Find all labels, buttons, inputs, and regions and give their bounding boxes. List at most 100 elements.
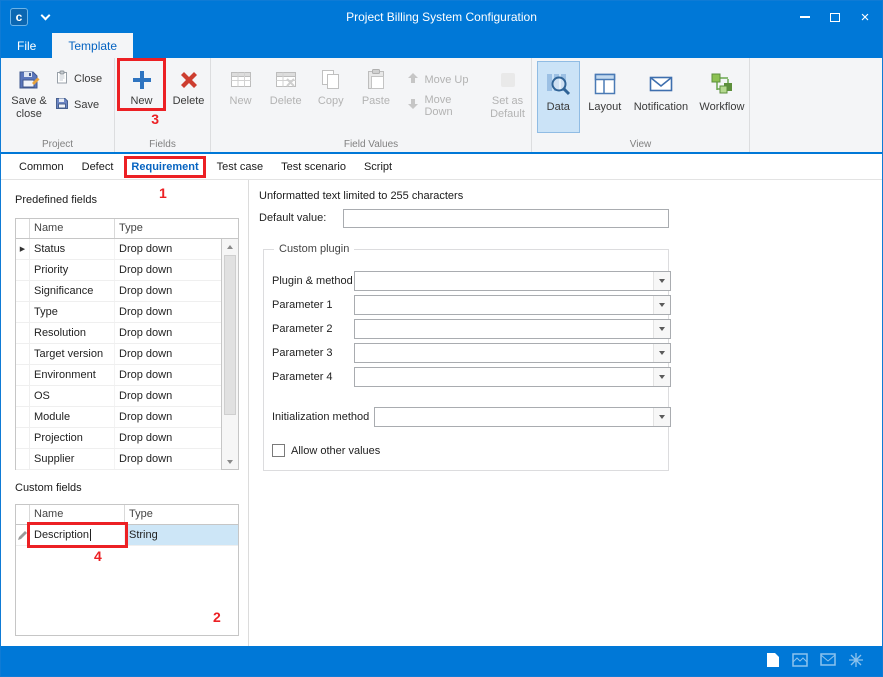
table-row[interactable]: Description 4 String: [16, 525, 238, 546]
save-button[interactable]: Save: [55, 96, 102, 113]
view-layout-button[interactable]: Layout: [583, 61, 627, 133]
parameter2-combo[interactable]: [354, 319, 671, 339]
tab-test-case-label: Test case: [217, 161, 263, 173]
table-row[interactable]: Module Drop down: [16, 407, 221, 428]
copy-label: Copy: [318, 95, 344, 108]
table-row[interactable]: Target version Drop down: [16, 344, 221, 365]
custom-field-type-cell[interactable]: String: [125, 525, 238, 545]
annotation-step-3: 3: [151, 111, 159, 127]
ribbon-group-fields: New 3 Delete Fields: [115, 58, 211, 152]
scroll-down-button[interactable]: [222, 454, 238, 469]
tab-defect[interactable]: Defect: [78, 159, 118, 175]
tab-test-scenario[interactable]: Test scenario: [277, 159, 350, 175]
table-row[interactable]: Significance Drop down: [16, 281, 221, 302]
snowflake-icon[interactable]: [848, 652, 864, 671]
arrow-up-icon: [407, 72, 419, 87]
initialization-method-combo[interactable]: [374, 407, 671, 427]
mail-icon[interactable]: [820, 653, 836, 669]
row-header-cell: [16, 386, 30, 406]
file-icon[interactable]: [766, 652, 780, 671]
plugin-method-value: [355, 272, 653, 290]
delete-value-label: Delete: [270, 95, 302, 108]
image-icon[interactable]: [792, 653, 808, 670]
plugin-method-label: Plugin & method: [272, 275, 353, 287]
cell-type: Drop down: [115, 344, 221, 364]
column-header-name[interactable]: Name: [30, 505, 125, 524]
chevron-down-icon[interactable]: [653, 344, 670, 362]
save-close-label-line1: Save &: [11, 95, 46, 108]
table-row[interactable]: Projection Drop down: [16, 428, 221, 449]
tab-requirement[interactable]: Requirement 1: [127, 159, 202, 175]
tab-common[interactable]: Common: [15, 159, 68, 175]
move-up-button[interactable]: Move Up: [407, 71, 478, 88]
app-icon[interactable]: c: [10, 8, 28, 26]
chevron-down-icon[interactable]: [653, 272, 670, 290]
initialization-method-label: Initialization method: [272, 411, 369, 423]
table-row[interactable]: Priority Drop down: [16, 260, 221, 281]
table-delete-icon: [274, 65, 298, 95]
cell-name: Module: [30, 407, 115, 427]
chevron-down-icon[interactable]: [653, 296, 670, 314]
annotation-step-2: 2: [213, 609, 221, 625]
table-row[interactable]: OS Drop down: [16, 386, 221, 407]
paste-button[interactable]: Paste: [354, 61, 397, 121]
column-header-type[interactable]: Type: [115, 219, 238, 238]
parameter4-combo[interactable]: [354, 367, 671, 387]
tab-template[interactable]: Template: [52, 33, 133, 58]
vertical-scrollbar[interactable]: [221, 239, 238, 469]
plugin-method-combo[interactable]: [354, 271, 671, 291]
save-and-close-button[interactable]: Save & close: [6, 61, 52, 121]
chevron-down-icon[interactable]: [41, 10, 51, 20]
new-field-button[interactable]: New 3: [120, 61, 163, 108]
close-window-button[interactable]: ×: [850, 1, 880, 33]
table-row[interactable]: Type Drop down: [16, 302, 221, 323]
cell-name: OS: [30, 386, 115, 406]
chevron-down-icon[interactable]: [653, 320, 670, 338]
parameter1-combo[interactable]: [354, 295, 671, 315]
table-row[interactable]: Supplier Drop down: [16, 449, 221, 470]
parameter3-label: Parameter 3: [272, 347, 333, 359]
minimize-button[interactable]: [790, 1, 820, 33]
allow-other-values-label: Allow other values: [291, 445, 380, 457]
tab-test-case[interactable]: Test case: [213, 159, 267, 175]
edit-pencil-icon: [16, 525, 30, 545]
parameter2-label: Parameter 2: [272, 323, 333, 335]
scroll-down-icon: [227, 460, 233, 464]
parameter3-combo[interactable]: [354, 343, 671, 363]
delete-field-button[interactable]: Delete: [167, 61, 210, 108]
scrollbar-thumb[interactable]: [224, 255, 236, 415]
group-label-field-values: Field Values: [211, 139, 531, 150]
view-workflow-button[interactable]: Workflow: [695, 61, 749, 133]
cell-type: Drop down: [115, 407, 221, 427]
view-data-button[interactable]: Data: [537, 61, 580, 133]
column-header-type[interactable]: Type: [125, 505, 238, 524]
column-header-name[interactable]: Name: [30, 219, 115, 238]
table-row[interactable]: Resolution Drop down: [16, 323, 221, 344]
arrow-down-icon: [407, 98, 419, 113]
default-value-input[interactable]: [343, 209, 669, 228]
tab-common-label: Common: [19, 161, 64, 173]
close-label: Close: [74, 73, 102, 85]
row-header-cell: [16, 428, 30, 448]
close-button[interactable]: Close: [55, 70, 102, 87]
table-row[interactable]: ▶ Status Drop down: [16, 239, 221, 260]
tab-file[interactable]: File: [1, 33, 52, 58]
chevron-down-icon[interactable]: [653, 368, 670, 386]
set-as-default-button[interactable]: Set as Default: [484, 61, 531, 121]
copy-button[interactable]: Copy: [309, 61, 352, 121]
delete-value-button[interactable]: Delete: [264, 61, 307, 121]
scroll-up-button[interactable]: [222, 239, 238, 254]
allow-other-values-checkbox[interactable]: [272, 444, 285, 457]
table-row[interactable]: Environment Drop down: [16, 365, 221, 386]
maximize-button[interactable]: [820, 1, 850, 33]
new-value-button[interactable]: New: [219, 61, 262, 121]
move-down-button[interactable]: Move Down: [407, 97, 478, 114]
set-default-icon: [497, 65, 519, 95]
copy-icon: [319, 65, 343, 95]
panel-divider: [248, 180, 249, 646]
view-notification-button[interactable]: Notification: [630, 61, 692, 133]
chevron-down-icon[interactable]: [653, 408, 670, 426]
tab-script[interactable]: Script: [360, 159, 396, 175]
custom-field-name-cell[interactable]: Description 4: [30, 525, 125, 545]
title-bar: c Project Billing System Configuration ×: [1, 1, 882, 33]
